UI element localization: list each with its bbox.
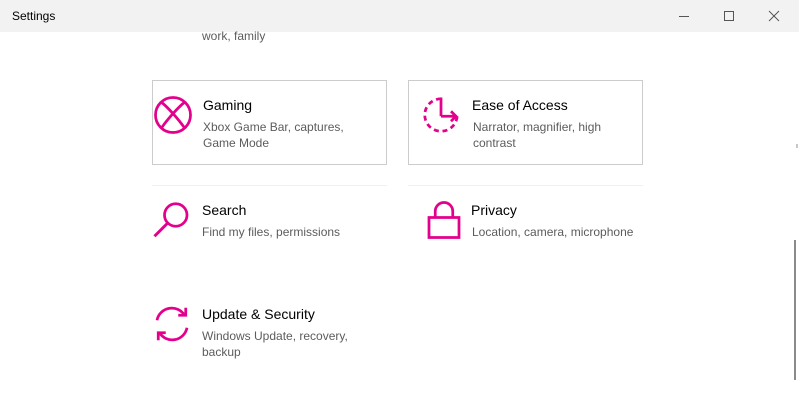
tile-ease-of-access-label: Ease of Access: [472, 97, 568, 113]
tile-gaming-description: Xbox Game Bar, captures, Game Mode: [203, 120, 344, 150]
tile-privacy[interactable]: Privacy Location, camera, microphone: [408, 185, 643, 270]
search-icon: [153, 202, 189, 238]
maximize-button[interactable]: [706, 0, 752, 32]
xbox-icon: [154, 96, 192, 134]
tile-update-and-security-label: Update & Security: [202, 306, 315, 322]
close-button[interactable]: [751, 0, 797, 32]
tile-gaming[interactable]: Gaming Xbox Game Bar, captures, Game Mod…: [152, 80, 387, 165]
tile-privacy-label: Privacy: [471, 202, 517, 218]
minimize-button[interactable]: [661, 0, 707, 32]
tile-ease-of-access[interactable]: Ease of Access Narrator, magnifier, high…: [408, 80, 643, 165]
tile-search[interactable]: Search Find my files, permissions: [152, 185, 387, 270]
window-title: Settings: [12, 9, 56, 23]
title-bar: Settings: [0, 0, 799, 32]
close-icon: [768, 10, 780, 22]
tile-search-label: Search: [202, 202, 247, 218]
tile-update-and-security-description: Windows Update, recovery, backup: [202, 329, 348, 359]
sync-icon: [155, 306, 189, 342]
vertical-scrollbar[interactable]: [794, 240, 796, 380]
tile-ease-of-access-description: Narrator, magnifier, high contrast: [473, 120, 602, 150]
tile-search-description: Find my files, permissions: [202, 225, 341, 239]
tile-privacy-description: Location, camera, microphone: [472, 225, 634, 239]
scrollbar-track-marker: [796, 144, 798, 148]
lock-icon: [427, 201, 461, 239]
tile-update-and-security[interactable]: Update & Security Windows Update, recove…: [152, 290, 387, 375]
maximize-icon: [724, 11, 734, 21]
partial-tile-description: work, family: [202, 29, 266, 43]
tile-gaming-label: Gaming: [203, 97, 253, 113]
minimize-icon: [679, 16, 689, 17]
settings-home: work, family Gaming Xbox Game Bar, captu…: [0, 29, 799, 395]
ease-of-access-icon: [423, 97, 459, 133]
